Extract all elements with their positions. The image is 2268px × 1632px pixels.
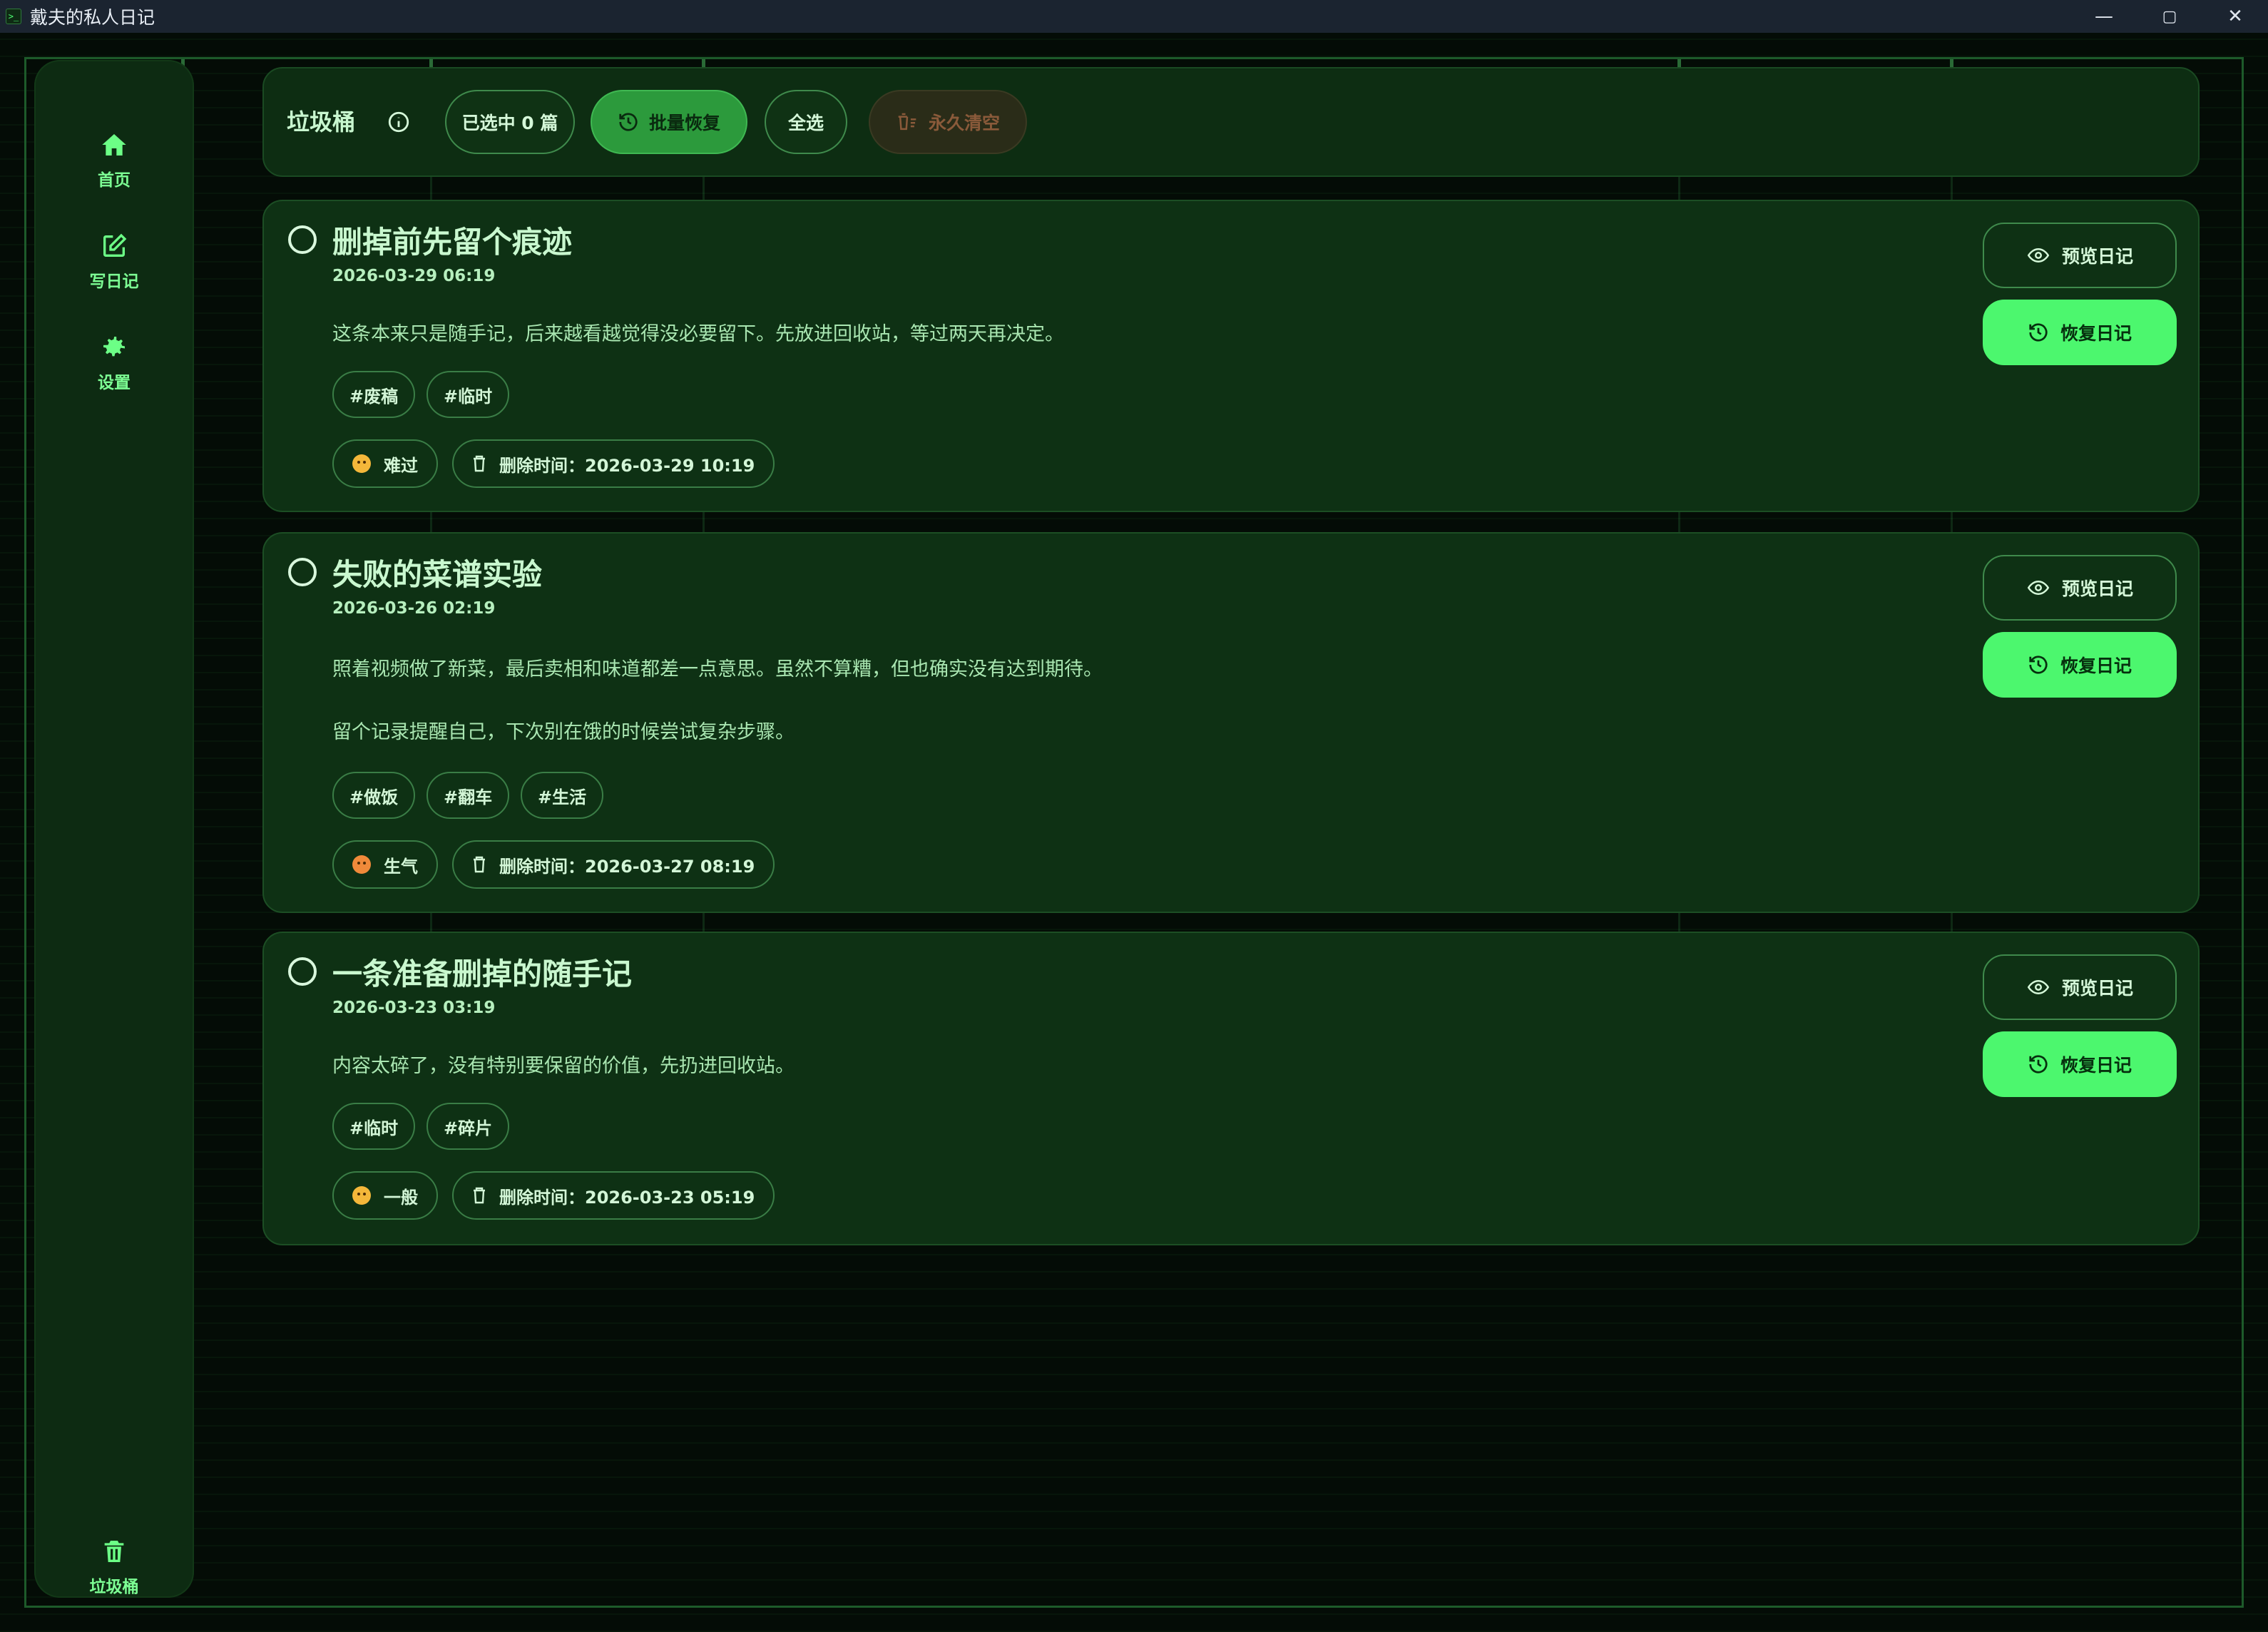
neutral-face-icon [352,1186,371,1205]
entry-date: 2026-03-29 06:19 [332,267,496,285]
restore-label: 恢复日记 [2060,323,2132,344]
sidebar-item-trash[interactable]: 垃圾桶 [34,1528,194,1606]
select-all-button[interactable]: 全选 [765,90,847,154]
sidebar-item-label: 首页 [98,171,131,190]
restore-label: 恢复日记 [2060,656,2132,676]
empty-trash-label: 永久清空 [928,113,1000,133]
eye-icon [2027,580,2050,596]
window-title: 戴夫的私人日记 [30,7,155,28]
gear-icon [103,337,125,357]
entry-title: 删掉前先留个痕迹 [332,225,573,260]
restore-icon [619,113,638,131]
deleted-time-label: 删除时间：2026-03-29 10:19 [499,455,755,476]
eye-icon [2027,248,2050,263]
entry-tag[interactable]: #翻车 [426,772,510,819]
entry-mood: 难过 [332,439,438,488]
mood-label: 难过 [384,455,418,476]
batch-restore-label: 批量恢复 [648,113,720,133]
sidebar-item-home[interactable]: 首页 [34,121,194,200]
entry-body: 内容太碎了，没有特别要保留的价值，先扔进回收站。 [332,1055,795,1077]
info-icon[interactable] [387,110,411,134]
app-terminal-icon: >_ [6,9,21,24]
entry-title: 失败的菜谱实验 [332,557,543,592]
deleted-time-label: 删除时间：2026-03-27 08:19 [499,856,755,877]
app-stage: 首页 写日记 设置 垃圾桶 垃圾桶 已选中 0 篇 批量恢复 全选 永久清空 删… [0,33,2268,1632]
preview-entry-button[interactable]: 预览日记 [1983,954,2177,1020]
mood-label: 生气 [384,856,418,877]
entry-title: 一条准备删掉的随手记 [332,957,633,991]
entry-tag[interactable]: #做饭 [332,772,416,819]
entry-deleted-time: 删除时间：2026-03-27 08:19 [452,840,775,889]
entry-tag[interactable]: #临时 [426,371,510,418]
restore-label: 恢复日记 [2060,1055,2132,1076]
restore-icon [2029,323,2048,342]
selected-count-badge: 已选中 0 篇 [445,90,575,154]
eye-icon [2027,979,2050,995]
entry-body: 这条本来只是随手记，后来越看越觉得没必要留下。先放进回收站，等过两天再决定。 [332,323,1064,345]
sidebar: 首页 写日记 设置 垃圾桶 [34,60,194,1598]
entry-select-checkbox[interactable] [288,558,317,586]
entry-tag[interactable]: #临时 [332,1103,416,1150]
select-all-label: 全选 [787,113,824,133]
sidebar-item-settings[interactable]: 设置 [34,324,194,402]
batch-restore-button[interactable]: 批量恢复 [591,90,747,154]
home-icon [102,134,126,155]
maximize-button[interactable]: ▢ [2137,0,2202,33]
trash-icon [474,1187,485,1204]
restore-icon [2029,656,2048,674]
deleted-time-label: 删除时间：2026-03-23 05:19 [499,1187,755,1208]
entry-date: 2026-03-23 03:19 [332,999,496,1017]
sad-face-icon [352,454,371,473]
close-button[interactable]: ✕ [2202,0,2268,33]
entry-mood: 一般 [332,1171,438,1220]
page-title: 垃圾桶 [287,108,356,136]
restore-entry-button[interactable]: 恢复日记 [1983,300,2177,365]
minimize-button[interactable]: — [2071,0,2137,33]
entry-tag[interactable]: #碎片 [426,1103,510,1150]
trash-toolbar: 垃圾桶 已选中 0 篇 批量恢复 全选 永久清空 [262,67,2200,177]
entry-select-checkbox[interactable] [288,225,317,254]
entry-deleted-time: 删除时间：2026-03-29 10:19 [452,439,775,488]
trash-entry-card: 一条准备删掉的随手记 2026-03-23 03:19 内容太碎了，没有特别要保… [262,932,2200,1245]
trash-icon [104,1541,124,1562]
window-titlebar: >_ 戴夫的私人日记 — ▢ ✕ [0,0,2268,33]
window-controls: — ▢ ✕ [2071,0,2268,33]
sidebar-item-label: 设置 [98,374,131,392]
trash-entry-card: 失败的菜谱实验 2026-03-26 02:19 照着视频做了新菜，最后卖相和味… [262,532,2200,913]
preview-label: 预览日记 [2061,978,2133,999]
preview-entry-button[interactable]: 预览日记 [1983,555,2177,621]
entry-tag[interactable]: #废稿 [332,371,416,418]
sidebar-item-write[interactable]: 写日记 [34,223,194,301]
preview-entry-button[interactable]: 预览日记 [1983,223,2177,288]
entry-tag[interactable]: #生活 [521,772,604,819]
entry-date: 2026-03-26 02:19 [332,599,496,618]
entry-body: 照着视频做了新菜，最后卖相和味道都差一点意思。虽然不算糟，但也确实没有达到期待。 [332,658,1103,680]
clear-trash-icon [898,113,916,131]
entry-mood: 生气 [332,840,438,889]
mood-label: 一般 [384,1187,418,1208]
angry-face-icon [352,855,371,874]
edit-icon [103,233,127,257]
sidebar-item-label: 垃圾桶 [89,1578,139,1596]
entry-body: 留个记录提醒自己，下次别在饿的时候尝试复杂步骤。 [332,721,795,743]
preview-label: 预览日记 [2061,578,2133,599]
empty-trash-button[interactable]: 永久清空 [869,90,1027,154]
sidebar-item-label: 写日记 [89,272,139,291]
trash-icon [474,856,485,873]
selected-count-label: 已选中 0 篇 [461,113,558,133]
restore-entry-button[interactable]: 恢复日记 [1983,1031,2177,1097]
restore-entry-button[interactable]: 恢复日记 [1983,632,2177,698]
restore-icon [2029,1055,2048,1073]
trash-icon [474,455,485,472]
entry-deleted-time: 删除时间：2026-03-23 05:19 [452,1171,775,1220]
entry-select-checkbox[interactable] [288,957,317,986]
preview-label: 预览日记 [2061,246,2133,267]
trash-entry-card: 删掉前先留个痕迹 2026-03-29 06:19 这条本来只是随手记，后来越看… [262,200,2200,512]
